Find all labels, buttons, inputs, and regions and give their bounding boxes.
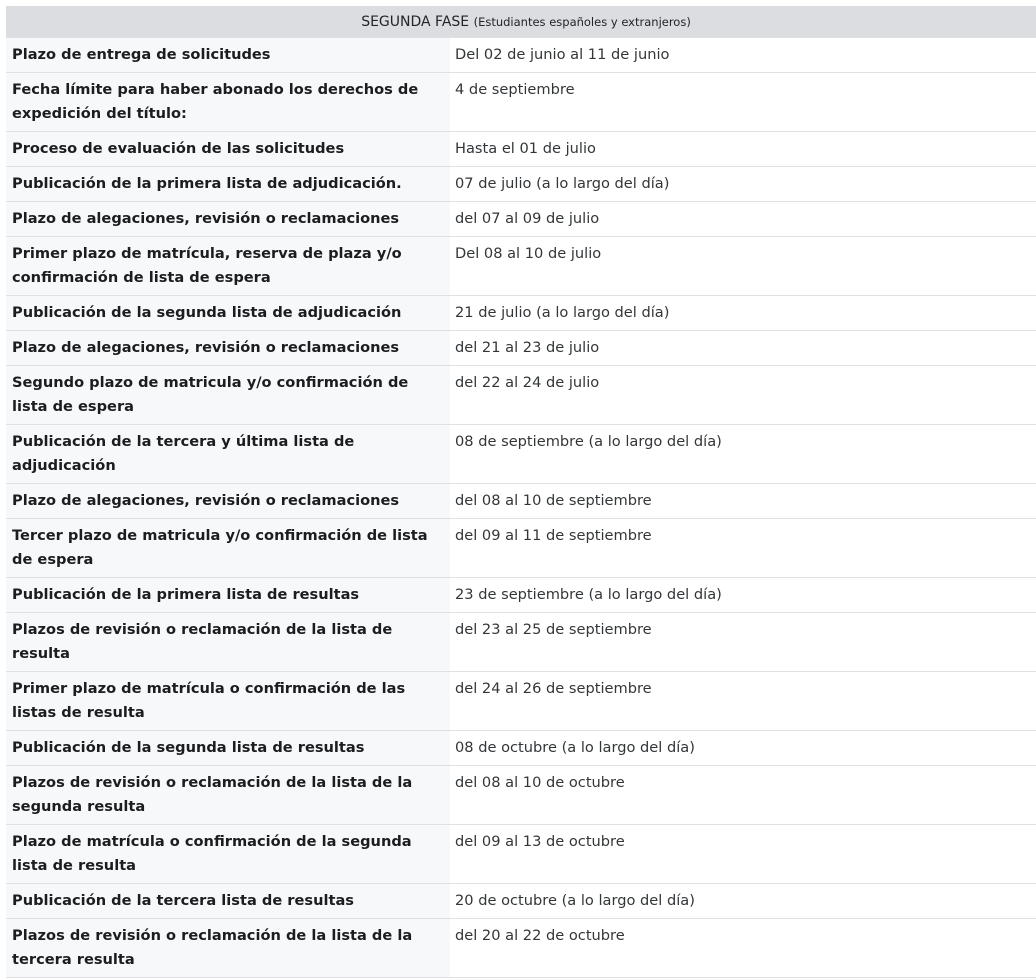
row-label: Publicación de la tercera y última lista…: [6, 424, 450, 484]
table-row: Publicación de la primera lista de resul…: [6, 577, 1036, 613]
row-label: Plazo de alegaciones, revisión o reclama…: [6, 330, 450, 366]
table-row: Publicación de la tercera y última lista…: [6, 424, 1036, 484]
table-row: Plazos de revisión o reclamación de la l…: [6, 765, 1036, 825]
table-row: Publicación de la primera lista de adjud…: [6, 166, 1036, 202]
row-value: del 09 al 13 de octubre: [450, 824, 1036, 884]
row-value: 20 de octubre (a lo largo del día): [450, 883, 1036, 919]
row-value: 4 de septiembre: [450, 72, 1036, 132]
table-row: Segundo plazo de matricula y/o confirmac…: [6, 365, 1036, 425]
table-row: Proceso de evaluación de las solicitudes…: [6, 131, 1036, 167]
row-value: del 22 al 24 de julio: [450, 365, 1036, 425]
table-row: Fecha límite para haber abonado los dere…: [6, 72, 1036, 132]
table-row: Plazo de matrícula o confirmación de la …: [6, 824, 1036, 884]
row-label: Plazo de entrega de solicitudes: [6, 37, 450, 73]
table-row: Publicación de la segunda lista de adjud…: [6, 295, 1036, 331]
row-label: Publicación de la tercera lista de resul…: [6, 883, 450, 919]
phase-title: SEGUNDA FASE: [361, 13, 470, 30]
table-header-row: SEGUNDA FASE (Estudiantes españoles y ex…: [6, 6, 1036, 38]
row-value: 21 de julio (a lo largo del día): [450, 295, 1036, 331]
table-header: SEGUNDA FASE (Estudiantes españoles y ex…: [6, 6, 1036, 38]
row-label: Publicación de la segunda lista de adjud…: [6, 295, 450, 331]
phase-subtitle: (Estudiantes españoles y extranjeros): [473, 14, 691, 29]
table-row: Plazo de alegaciones, revisión o reclama…: [6, 483, 1036, 519]
row-value: Del 08 al 10 de julio: [450, 236, 1036, 296]
row-label: Plazos de revisión o reclamación de la l…: [6, 765, 450, 825]
table-row: Plazos de revisión o reclamación de la l…: [6, 918, 1036, 978]
row-label: Plazos de revisión o reclamación de la l…: [6, 918, 450, 978]
row-value: del 08 al 10 de septiembre: [450, 483, 1036, 519]
table-row: Primer plazo de matrícula, reserva de pl…: [6, 236, 1036, 296]
row-label: Tercer plazo de matricula y/o confirmaci…: [6, 518, 450, 578]
table-row: Plazo de alegaciones, revisión o reclama…: [6, 201, 1036, 237]
row-value: del 24 al 26 de septiembre: [450, 671, 1036, 731]
row-value: Del 02 de junio al 11 de junio: [450, 37, 1036, 73]
row-label: Fecha límite para haber abonado los dere…: [6, 72, 450, 132]
row-label: Primer plazo de matrícula o confirmación…: [6, 671, 450, 731]
row-label: Primer plazo de matrícula, reserva de pl…: [6, 236, 450, 296]
row-value: del 20 al 22 de octubre: [450, 918, 1036, 978]
row-value: del 23 al 25 de septiembre: [450, 612, 1036, 672]
row-label: Publicación de la primera lista de adjud…: [6, 166, 450, 202]
table-row: Plazo de alegaciones, revisión o reclama…: [6, 330, 1036, 366]
row-label: Proceso de evaluación de las solicitudes: [6, 131, 450, 167]
row-value: del 08 al 10 de octubre: [450, 765, 1036, 825]
row-label: Publicación de la segunda lista de resul…: [6, 730, 450, 766]
schedule-table-container: SEGUNDA FASE (Estudiantes españoles y ex…: [6, 6, 1036, 978]
row-label: Segundo plazo de matricula y/o confirmac…: [6, 365, 450, 425]
row-label: Plazos de revisión o reclamación de la l…: [6, 612, 450, 672]
table-row: Publicación de la tercera lista de resul…: [6, 883, 1036, 919]
row-label: Plazo de alegaciones, revisión o reclama…: [6, 483, 450, 519]
table-row: Plazo de entrega de solicitudes Del 02 de…: [6, 37, 1036, 73]
row-value: Hasta el 01 de julio: [450, 131, 1036, 167]
row-value: 08 de septiembre (a lo largo del día): [450, 424, 1036, 484]
table-row: Tercer plazo de matricula y/o confirmaci…: [6, 518, 1036, 578]
row-value: del 09 al 11 de septiembre: [450, 518, 1036, 578]
row-label: Plazo de matrícula o confirmación de la …: [6, 824, 450, 884]
table-row: Plazos de revisión o reclamación de la l…: [6, 612, 1036, 672]
row-value: 23 de septiembre (a lo largo del día): [450, 577, 1036, 613]
table-row: Publicación de la segunda lista de resul…: [6, 730, 1036, 766]
row-value: 08 de octubre (a lo largo del día): [450, 730, 1036, 766]
row-value: del 21 al 23 de julio: [450, 330, 1036, 366]
schedule-table: SEGUNDA FASE (Estudiantes españoles y ex…: [6, 6, 1036, 978]
row-value: del 07 al 09 de julio: [450, 201, 1036, 237]
table-row: Primer plazo de matrícula o confirmación…: [6, 671, 1036, 731]
table-body: Plazo de entrega de solicitudes Del 02 de…: [6, 37, 1036, 978]
row-value: 07 de julio (a lo largo del día): [450, 166, 1036, 202]
row-label: Publicación de la primera lista de resul…: [6, 577, 450, 613]
row-label: Plazo de alegaciones, revisión o reclama…: [6, 201, 450, 237]
